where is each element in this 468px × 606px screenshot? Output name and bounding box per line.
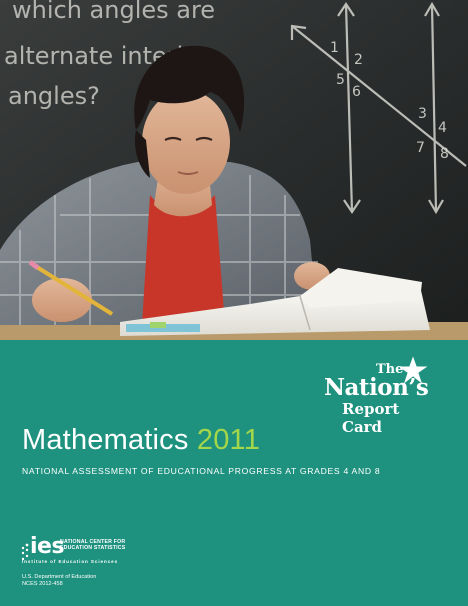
ies-mark: ies	[30, 534, 65, 559]
nations-report-card-logo: The Nation’s Report Card	[322, 354, 434, 436]
ies-center-name: NATIONAL CENTER FOR EDUCATION STATISTICS	[60, 539, 125, 551]
report-number: NCES 2012-458	[22, 581, 63, 587]
title-subject: Mathematics	[22, 424, 189, 456]
report-title: Mathematics 2011	[22, 424, 260, 457]
report-subtitle: NATIONAL ASSESSMENT OF EDUCATIONAL PROGR…	[22, 466, 381, 476]
chalk-line-3: angles?	[8, 82, 100, 110]
angle-label: 6	[352, 84, 361, 100]
cover-photo: which angles are alternate interior angl…	[0, 0, 468, 340]
cover-photo-illustration: which angles are alternate interior angl…	[0, 0, 468, 340]
angle-label: 1	[330, 40, 339, 56]
department-name: U.S. Department of Education	[22, 574, 97, 580]
angle-label: 5	[336, 72, 345, 88]
logo-report-card: Report Card	[342, 400, 400, 436]
angle-label: 3	[418, 106, 427, 122]
title-year: 2011	[196, 424, 261, 456]
ies-logo: ies NATIONAL CENTER FOR EDUCATION STATIS…	[20, 534, 130, 566]
angle-label: 4	[438, 120, 447, 136]
ies-institute: Institute of Education Sciences	[22, 559, 119, 564]
angle-label: 2	[354, 52, 363, 68]
department-info: U.S. Department of Education NCES 2012-4…	[22, 574, 96, 588]
angle-label: 7	[416, 140, 425, 156]
angle-label: 8	[440, 146, 449, 162]
logo-nations: Nation’s	[324, 374, 429, 401]
ies-center-line-2: EDUCATION STATISTICS	[60, 545, 126, 551]
chalk-line-1: which angles are	[12, 0, 215, 24]
